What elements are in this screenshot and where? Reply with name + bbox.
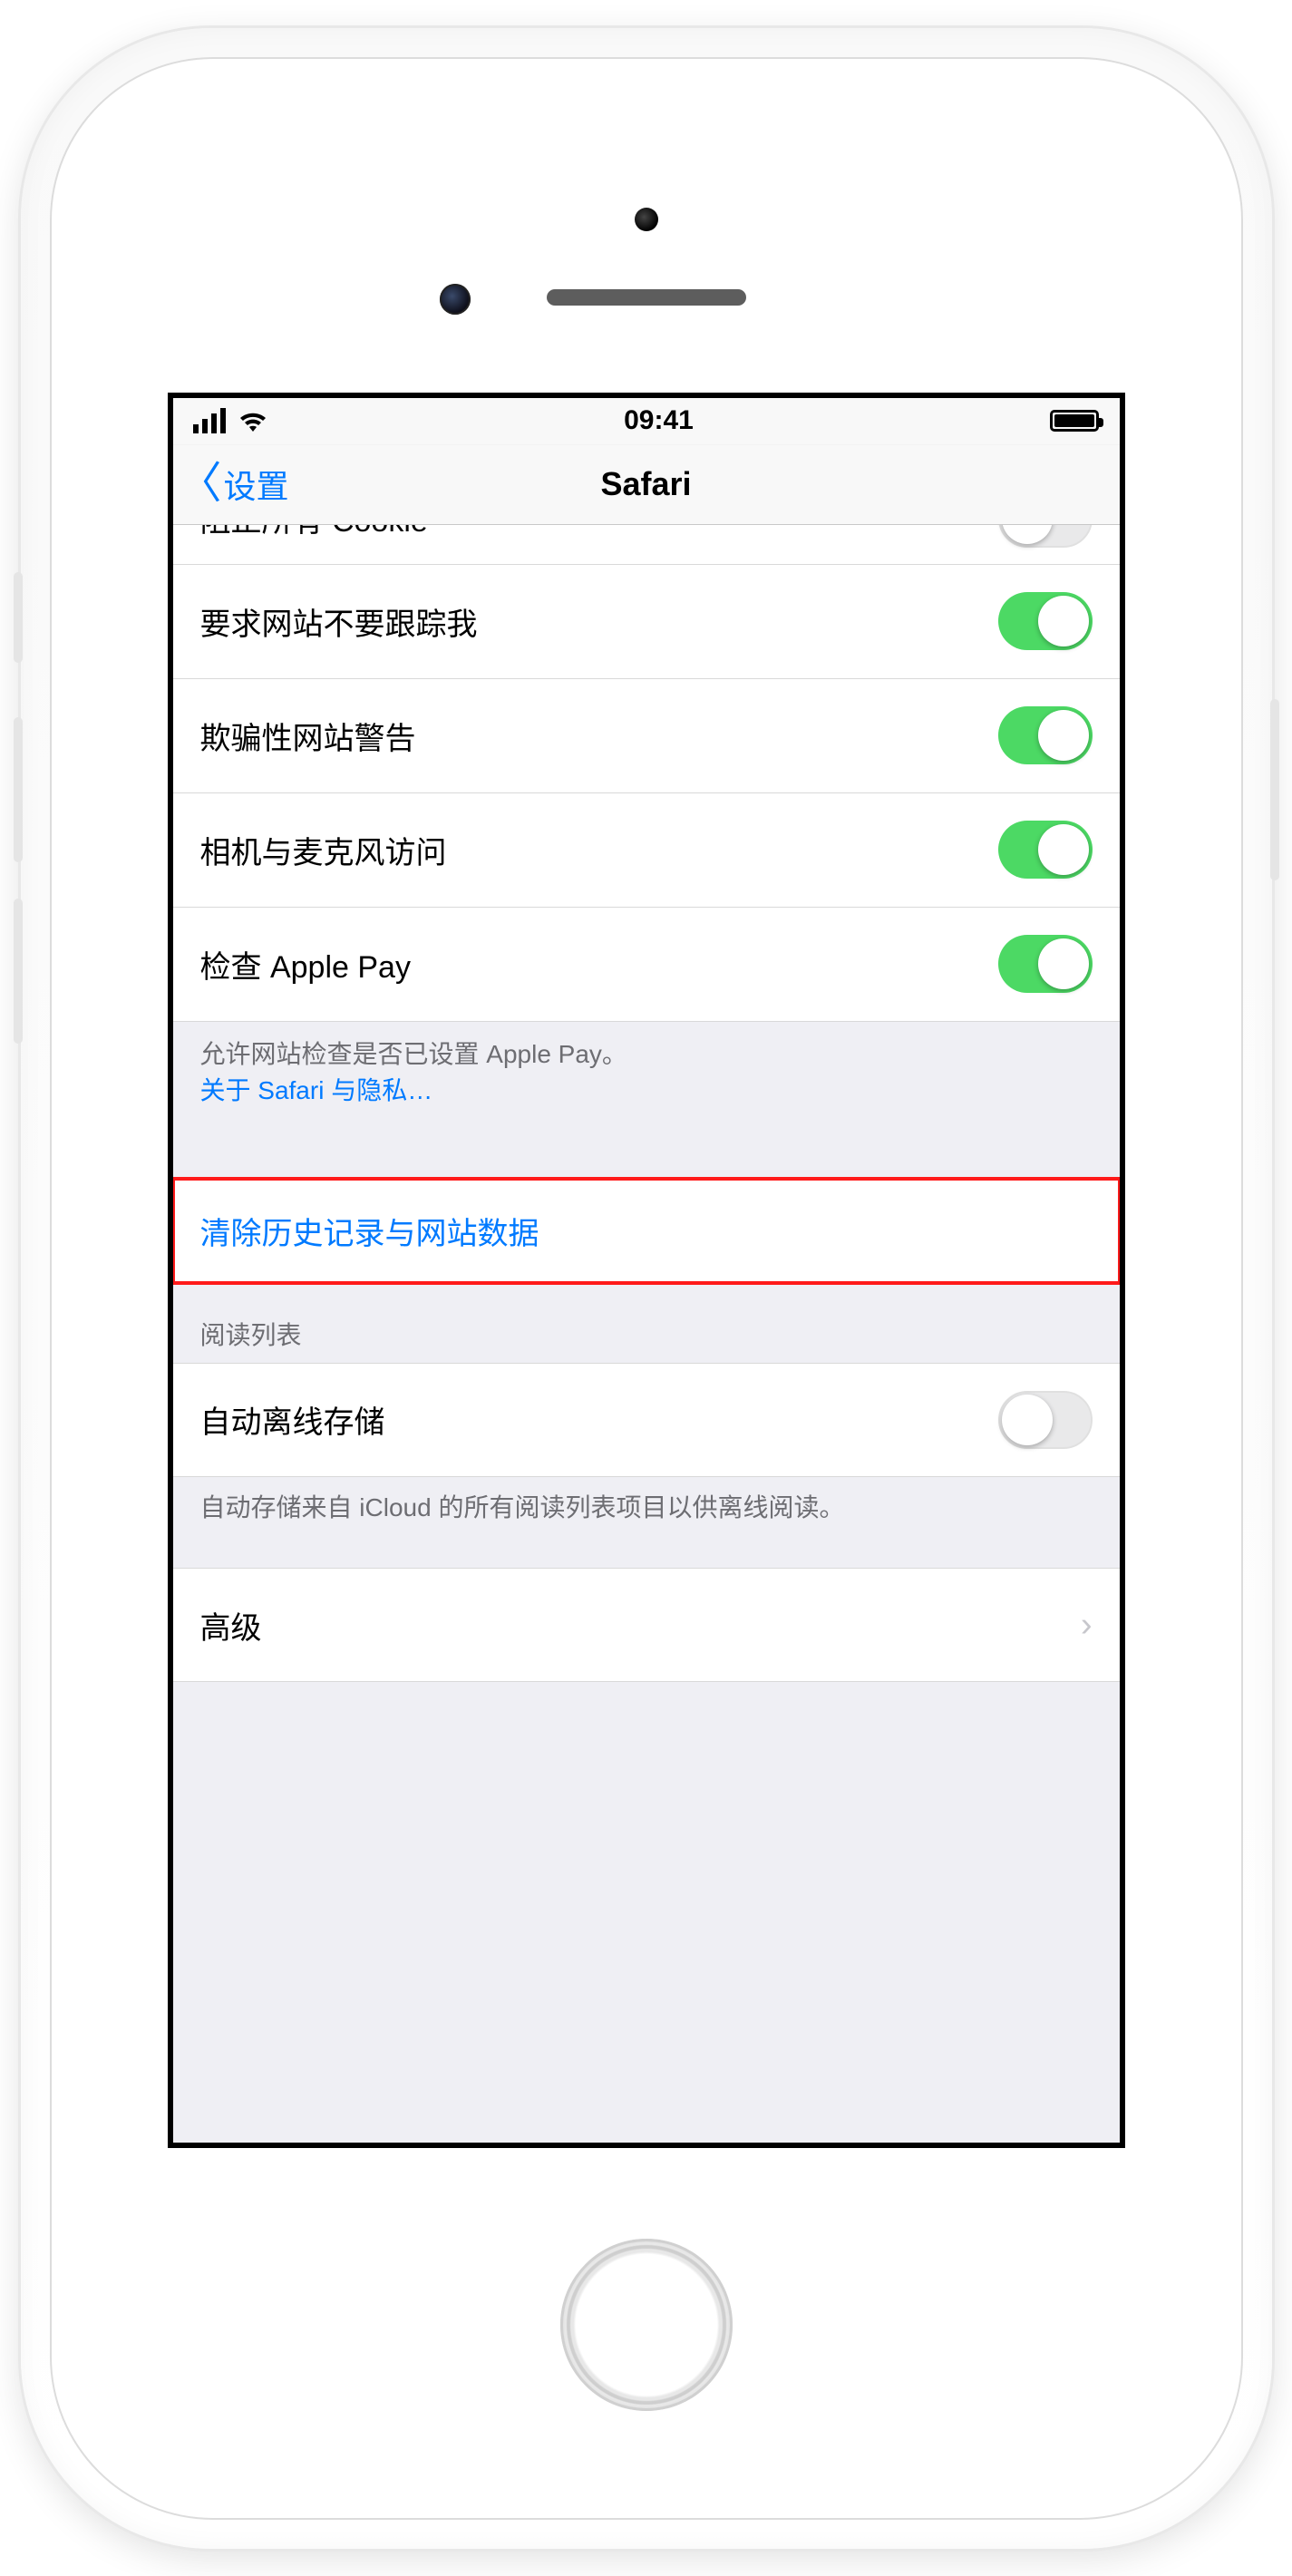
battery-icon: [1050, 410, 1099, 432]
back-label: 设置: [224, 461, 289, 508]
camera-mic-label: 相机与麦克风访问: [200, 828, 447, 872]
iphone-device-frame: 09:41 〈 设置 Safari: [21, 28, 1272, 2549]
status-time: 09:41: [624, 405, 694, 436]
home-button[interactable]: [560, 2239, 733, 2411]
fraud-warning-label: 欺骗性网站警告: [200, 714, 416, 758]
volume-up-button: [14, 717, 23, 862]
advanced-label: 高级: [200, 1603, 262, 1648]
apple-pay-note-text: 允许网站检查是否已设置 Apple Pay。: [200, 1040, 627, 1068]
clear-history-website-data-button[interactable]: 清除历史记录与网站数据: [173, 1179, 1120, 1283]
settings-content[interactable]: 阻止所有 Cookie 要求网站不要跟踪我 欺骗性网站警告 相机与麦克风访问: [173, 525, 1120, 2143]
screen: 09:41 〈 设置 Safari: [168, 393, 1125, 2148]
camera-mic-switch[interactable]: [998, 821, 1093, 879]
block-cookies-label: 阻止所有 Cookie: [200, 525, 428, 541]
apple-pay-footer: 允许网站检查是否已设置 Apple Pay。 关于 Safari 与隐私…: [173, 1022, 1120, 1133]
do-not-track-switch[interactable]: [998, 592, 1093, 650]
proximity-sensor: [635, 208, 658, 231]
back-button[interactable]: 〈 设置: [179, 445, 289, 524]
status-bar: 09:41: [173, 398, 1120, 445]
block-cookies-switch[interactable]: [998, 525, 1093, 548]
fraud-warning-switch[interactable]: [998, 706, 1093, 764]
chevron-left-icon: 〈: [179, 462, 222, 506]
auto-offline-switch[interactable]: [998, 1391, 1093, 1449]
front-camera: [440, 284, 471, 315]
row-automatically-save-offline[interactable]: 自动离线存储: [173, 1363, 1120, 1477]
chevron-right-icon: ›: [1081, 1606, 1093, 1645]
page-title: Safari: [600, 465, 691, 503]
phone-bezel: 09:41 〈 设置 Safari: [50, 57, 1243, 2520]
check-apple-pay-label: 检查 Apple Pay: [200, 942, 411, 987]
volume-down-button: [14, 899, 23, 1044]
cellular-signal-icon: [193, 408, 226, 433]
clear-button-label: 清除历史记录与网站数据: [200, 1217, 539, 1251]
row-do-not-track[interactable]: 要求网站不要跟踪我: [173, 565, 1120, 679]
row-check-apple-pay[interactable]: 检查 Apple Pay: [173, 908, 1120, 1022]
row-advanced[interactable]: 高级 ›: [173, 1568, 1120, 1682]
row-block-all-cookies[interactable]: 阻止所有 Cookie: [173, 525, 1120, 565]
reading-list-header: 阅读列表: [173, 1283, 1120, 1363]
navigation-bar: 〈 设置 Safari: [173, 445, 1120, 525]
auto-offline-label: 自动离线存储: [200, 1397, 385, 1442]
check-apple-pay-switch[interactable]: [998, 935, 1093, 993]
earpiece-speaker: [547, 289, 746, 306]
wifi-icon: [238, 410, 267, 432]
auto-offline-footer: 自动存储来自 iCloud 的所有阅读列表项目以供离线阅读。: [173, 1477, 1120, 1550]
row-camera-microphone-access[interactable]: 相机与麦克风访问: [173, 793, 1120, 908]
mute-switch: [14, 572, 23, 663]
do-not-track-label: 要求网站不要跟踪我: [200, 599, 478, 644]
row-fraudulent-website-warning[interactable]: 欺骗性网站警告: [173, 679, 1120, 793]
power-button: [1270, 699, 1279, 880]
bottom-padding: [173, 1682, 1120, 1863]
section-gap: [173, 1133, 1120, 1179]
about-safari-privacy-link[interactable]: 关于 Safari 与隐私…: [200, 1076, 433, 1104]
section-gap-2: [173, 1550, 1120, 1568]
